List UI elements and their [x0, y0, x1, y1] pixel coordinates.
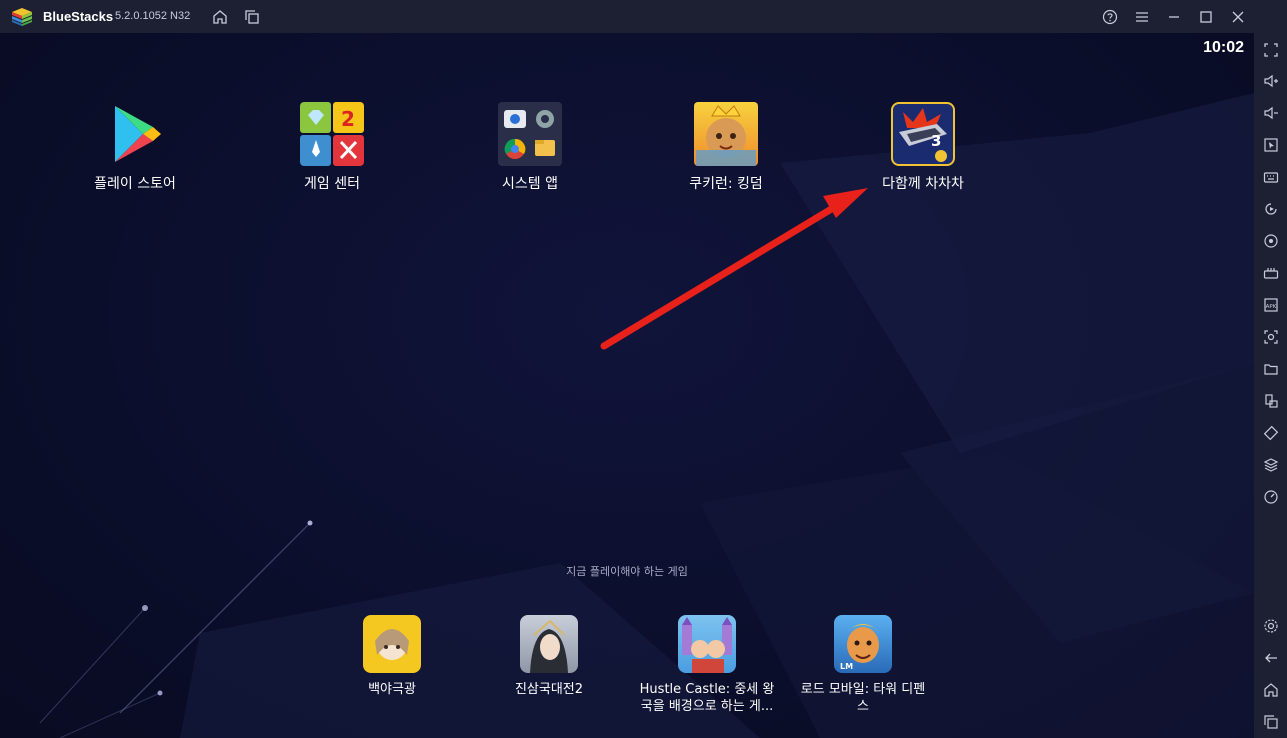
system-apps-icon: [498, 102, 562, 166]
title-bar: BlueStacks 5.2.0.1052 N32: [0, 0, 1287, 33]
svg-text:3: 3: [931, 132, 941, 150]
rec-lords-mobile[interactable]: LM 로드 모바일: 타워 디펜 스: [788, 615, 938, 715]
multi-instance-manager-icon[interactable]: [1258, 388, 1283, 413]
recommended-heading: 지금 플레이해야 하는 게임: [566, 565, 688, 578]
app-version: 5.2.0.1052 N32: [115, 10, 191, 22]
gamepad-icon[interactable]: [1258, 260, 1283, 285]
svg-text:LM: LM: [840, 662, 853, 671]
app-label: 게임 센터: [304, 176, 360, 192]
jinsamguk-icon: [520, 615, 578, 673]
minimize-icon[interactable]: [1162, 5, 1186, 29]
clock: 10:02: [1203, 39, 1244, 56]
rec-label-line: 국을 배경으로 하는 게...: [640, 699, 774, 714]
close-icon[interactable]: [1226, 5, 1250, 29]
app-title: BlueStacks: [43, 9, 114, 24]
maximize-icon[interactable]: [1194, 5, 1218, 29]
home-icon[interactable]: [208, 5, 232, 29]
app-label: 시스템 앱: [502, 176, 558, 192]
cookie-run-kingdom-icon: [694, 102, 758, 166]
layers-icon[interactable]: [1258, 452, 1283, 477]
rec-label-line: 로드 모바일: 타워 디펜: [800, 682, 926, 697]
help-icon[interactable]: [1098, 5, 1122, 29]
app-label: 플레이 스토어: [94, 176, 176, 192]
macro-play-icon[interactable]: [1258, 228, 1283, 253]
home-screen: 10:02 플레이 스토어 2 게임 센터 시스템 앱 쿠키런: 킹덤 3 다함…: [0, 33, 1254, 738]
multi-instance-icon[interactable]: [240, 5, 264, 29]
lords-mobile-icon: LM: [834, 615, 892, 673]
rec-jinsamguk[interactable]: 진삼국대전2: [474, 615, 624, 698]
rec-label: Hustle Castle: 중세 왕 국을 배경으로 하는 게...: [632, 681, 782, 715]
recent-apps-icon[interactable]: [1258, 709, 1283, 734]
back-icon[interactable]: [1258, 645, 1283, 670]
pointer-icon[interactable]: [1258, 132, 1283, 157]
folder-icon[interactable]: [1258, 356, 1283, 381]
dahamkke-chachacha-icon: 3: [891, 102, 955, 166]
svg-text:2: 2: [341, 107, 355, 131]
bluestacks-logo-icon: [12, 8, 32, 26]
macro-record-icon[interactable]: [1258, 196, 1283, 221]
app-cookie-run-kingdom[interactable]: 쿠키런: 킹덤: [651, 102, 801, 193]
rec-label-line: Hustle Castle: 중세 왕: [639, 682, 775, 697]
rec-label: 로드 모바일: 타워 디펜 스: [788, 681, 938, 715]
app-label: 다함께 차차차: [882, 176, 964, 192]
performance-icon[interactable]: [1258, 484, 1283, 509]
rec-label: 백야극광: [368, 682, 416, 697]
side-toolbar: APK: [1254, 33, 1287, 738]
volume-up-icon[interactable]: [1258, 68, 1283, 93]
rec-label: 진삼국대전2: [514, 682, 584, 697]
hustle-castle-icon: [678, 615, 736, 673]
menu-icon[interactable]: [1130, 5, 1154, 29]
app-label: 쿠키런: 킹덤: [689, 176, 763, 192]
fullscreen-icon[interactable]: [1258, 37, 1283, 62]
rec-alchemy-stars[interactable]: 백야극광: [317, 615, 467, 698]
screenshot-icon[interactable]: [1258, 324, 1283, 349]
apk-install-icon[interactable]: APK: [1258, 292, 1283, 317]
app-system-apps[interactable]: 시스템 앱: [455, 102, 605, 193]
rec-label-line: 스: [857, 699, 869, 714]
bluestacks-window: BlueStacks 5.2.0.1052 N32 10:02 플레이 스토어 …: [0, 0, 1287, 738]
home-icon[interactable]: [1258, 677, 1283, 702]
keyboard-icon[interactable]: [1258, 164, 1283, 189]
volume-down-icon[interactable]: [1258, 100, 1283, 125]
rec-hustle-castle[interactable]: Hustle Castle: 중세 왕 국을 배경으로 하는 게...: [632, 615, 782, 715]
rotate-icon[interactable]: [1258, 420, 1283, 445]
app-play-store[interactable]: 플레이 스토어: [60, 102, 210, 193]
game-center-icon: 2: [300, 102, 364, 166]
settings-icon[interactable]: [1258, 613, 1283, 638]
alchemy-stars-icon: [363, 615, 421, 673]
svg-text:APK: APK: [1265, 304, 1276, 310]
app-game-center[interactable]: 2 게임 센터: [257, 102, 407, 193]
app-dahamkke-chachacha[interactable]: 3 다함께 차차차: [848, 102, 998, 193]
play-store-icon: [103, 102, 167, 166]
